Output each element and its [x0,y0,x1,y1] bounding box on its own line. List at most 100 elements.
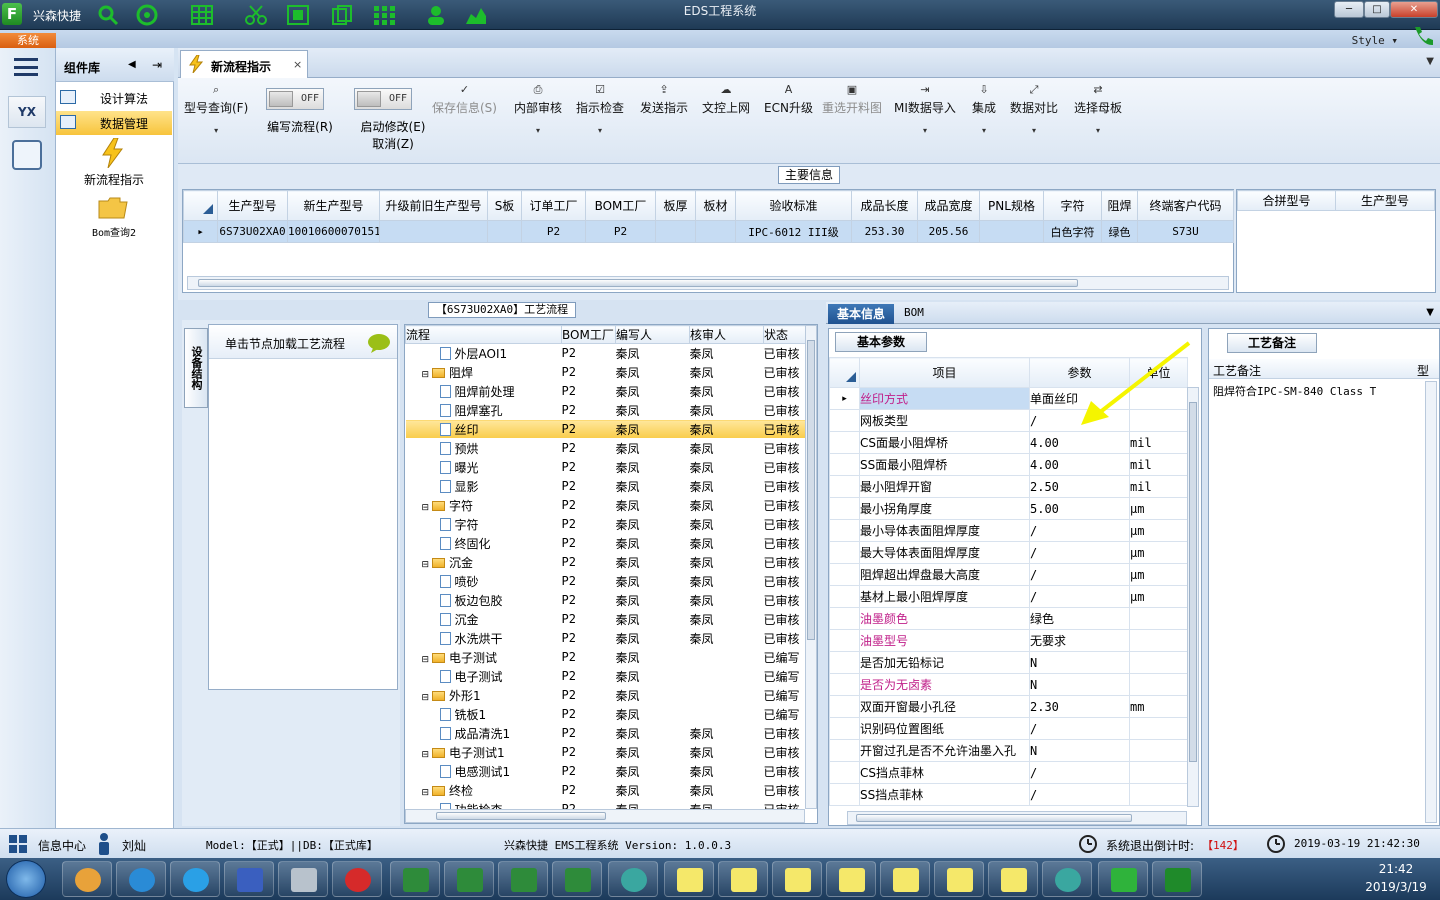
chevron-down-icon[interactable]: ▾ [894,126,956,135]
table-cell[interactable]: 6S73U02XA0 [217,220,288,243]
expand-icon[interactable]: ⊟ [422,503,430,513]
flow-row[interactable]: 电子测试 P2 秦凤 已编写 [405,666,806,686]
flow-row[interactable]: 显影 P2 秦凤 秦凤 已审核 [405,476,806,496]
param-row[interactable]: 最小阻焊开窗 2.50 mil [829,475,1188,498]
flow-row[interactable]: 终固化 P2 秦凤 秦凤 已审核 [405,533,806,553]
flow-row[interactable]: 沉金 P2 秦凤 秦凤 已审核 [405,609,806,629]
ribbon-button-7[interactable]: ▣ 重选开料图 [822,84,882,116]
chevron-down-icon[interactable]: ▾ [576,126,624,135]
params-horizontal-scrollbar[interactable] [847,811,1187,825]
tab-basic-params[interactable]: 基本参数 [835,332,927,352]
flow-horizontal-scrollbar[interactable] [405,809,805,823]
film-icon[interactable] [286,4,310,26]
yx-factory-icon[interactable]: YX [8,96,46,128]
tab-process-notes[interactable]: 工艺备注 [1227,333,1317,353]
tab-bom[interactable]: BOM [904,306,924,319]
taskbar-app-shell[interactable] [62,861,112,897]
taskbar-app-x-4[interactable] [826,861,876,897]
taskbar-app-bird[interactable] [116,861,166,897]
table-cell[interactable] [695,220,736,243]
target-icon[interactable] [135,4,159,26]
table-cell[interactable] [379,220,488,243]
scissors-icon[interactable] [244,4,268,26]
column-header[interactable]: S板 [487,190,522,221]
tab-dropdown-icon[interactable]: ▼ [1426,56,1434,67]
table-cell[interactable] [979,220,1044,243]
main-info-grid[interactable]: 生产型号 新生产型号 升级前旧生产型号 S板 订单工厂 BOM工厂 板厚 板材 验收标准 成品长度… [182,189,1234,293]
expand-icon[interactable]: ⊟ [422,693,430,703]
param-row[interactable]: 识别码位置图纸 / [829,717,1188,740]
param-value[interactable]: / [1029,563,1130,586]
column-header[interactable]: PNL规格 [979,190,1044,221]
expand-icon[interactable]: ⊟ [422,788,430,798]
calculator-icon[interactable] [12,140,42,170]
maximize-button[interactable]: □ [1364,1,1390,18]
column-header[interactable]: 板厚 [655,190,696,221]
param-value[interactable]: / [1029,761,1130,784]
process-flow-tree-grid[interactable]: 流程 BOM工厂 编写人 核审人 状态 外层AOI1 P2 秦凤 秦凤 已审核 ⊟ 阻焊 P2 秦凤 秦凤… [404,324,818,824]
tab-basic-info[interactable]: 基本信息 [828,304,894,324]
hamburger-menu-icon[interactable] [14,58,38,76]
ribbon-button-0[interactable]: ⌕ 型号查询(F) ▾ [184,84,248,136]
taskbar-app-eye-2[interactable] [1042,861,1092,897]
column-header[interactable]: 成品长度 [851,190,918,221]
table-cell[interactable]: 绿色 [1101,220,1138,243]
param-row[interactable]: 是否为无卤素 N [829,673,1188,696]
taskbar-app-excel-2[interactable] [444,861,494,897]
flow-row[interactable]: 铣板1 P2 秦凤 已编写 [405,704,806,724]
main-grid-horizontal-scrollbar[interactable] [187,276,1229,290]
param-row[interactable]: 油墨型号 无要求 [829,629,1188,652]
style-menu[interactable]: Style ▾ [1352,34,1398,47]
column-header[interactable]: BOM工厂 [585,190,656,221]
tab-new-process-instruction[interactable]: 新流程指示 × [180,50,308,78]
flow-row[interactable]: ⊟ 终检 P2 秦凤 秦凤 已审核 [405,780,806,800]
taskbar-app-excel-3[interactable] [498,861,548,897]
ribbon-button-10[interactable]: ⤢ 数据对比 ▾ [1010,84,1058,136]
param-column-header[interactable]: 项目 [859,357,1030,388]
close-button[interactable]: ✕ [1390,1,1438,18]
flow-row[interactable]: ⊟ 电子测试 P2 秦凤 已编写 [405,647,806,667]
start-button[interactable] [6,860,46,898]
column-header[interactable]: 终端客户代码 [1137,190,1234,221]
taskbar-app-x-2[interactable] [718,861,768,897]
table-cell[interactable]: 205.56 [917,220,980,243]
library-item-design-algorithm[interactable]: 设计算法 [56,86,172,110]
taskbar-app-save[interactable] [224,861,274,897]
flow-row[interactable]: 板边包胶 P2 秦凤 秦凤 已审核 [405,590,806,610]
column-header[interactable]: 成品宽度 [917,190,980,221]
expand-icon[interactable]: ⊟ [422,750,430,760]
flow-column-header[interactable]: 状态 [763,325,806,344]
column-header[interactable]: 订单工厂 [521,190,586,221]
system-tab[interactable]: 系统 [0,33,56,48]
table-cell[interactable]: P2 [585,220,656,243]
taskbar-app-f-1[interactable] [1098,861,1148,897]
param-row[interactable]: 最大导体表面阻焊厚度 / μm [829,541,1188,564]
merge-model-grid[interactable]: 合拼型号 生产型号 [1236,189,1436,293]
taskbar-app-g[interactable] [332,861,382,897]
phone-icon[interactable] [1410,24,1436,48]
ribbon-button-1[interactable]: ✓ 保存信息(S) [432,84,497,116]
chart-icon[interactable] [464,4,488,26]
library-item-data-management[interactable]: 数据管理 [56,111,172,135]
flow-row[interactable]: ⊟ 阻焊 P2 秦凤 秦凤 已审核 [405,362,806,382]
table-cell[interactable] [655,220,696,243]
detail-dropdown-icon[interactable]: ▼ [1426,307,1434,318]
param-row[interactable]: 双面开窗最小孔径 2.30 mm [829,695,1188,718]
taskbar-app-x-3[interactable] [772,861,822,897]
taskbar-app-x-5[interactable] [880,861,930,897]
taskbar-app-eye[interactable] [608,861,658,897]
param-value[interactable]: 4.00 [1029,431,1130,454]
flow-row[interactable]: 喷砂 P2 秦凤 秦凤 已审核 [405,571,806,591]
minimize-button[interactable]: ─ [1334,1,1364,18]
speech-bubble-icon[interactable] [367,333,391,353]
flow-row[interactable]: 水洗烘干 P2 秦凤 秦凤 已审核 [405,628,806,648]
column-header[interactable]: 验收标准 [735,190,852,221]
flow-row[interactable]: 阻焊前处理 P2 秦凤 秦凤 已审核 [405,381,806,401]
taskbar-app-x-1[interactable] [664,861,714,897]
param-value[interactable]: 4.00 [1029,453,1130,476]
taskbar-app-ie[interactable] [170,861,220,897]
flow-row[interactable]: ⊟ 电子测试1 P2 秦凤 秦凤 已审核 [405,742,806,762]
expand-icon[interactable]: ⊟ [422,560,430,570]
column-header[interactable]: 板材 [695,190,736,221]
param-row[interactable]: CS面最小阻焊桥 4.00 mil [829,431,1188,454]
